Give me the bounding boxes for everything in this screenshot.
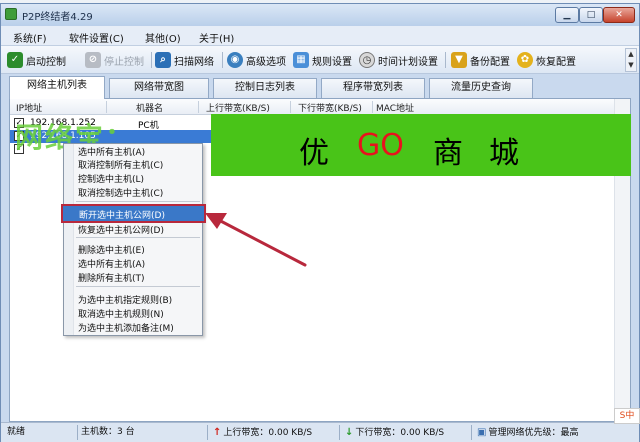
scan-network-label: 扫描网络 [174, 56, 214, 68]
tab-traffic-history[interactable]: 流量历史查询 [429, 78, 533, 98]
minimize-button[interactable]: ▁ [555, 7, 579, 23]
tab-control-log[interactable]: 控制日志列表 [213, 78, 317, 98]
menu-item-add-note[interactable]: 为选中主机添加备注(M) [78, 321, 174, 334]
chevron-down-icon: ▼ [628, 61, 634, 69]
column-divider [372, 101, 373, 113]
minimize-icon: ▁ [563, 10, 571, 20]
toolbar-scroll[interactable]: ▲ ▼ [625, 48, 637, 72]
tab-bar: 网络主机列表 网络带宽图 控制日志列表 程序带宽列表 流量历史查询 [1, 74, 639, 99]
menu-item-uncontrol-all[interactable]: 取消控制所有主机(C) [78, 158, 163, 171]
status-upload-text: 上行带宽：0.00 KB/S [223, 428, 313, 438]
maximize-button[interactable]: □ [579, 7, 603, 23]
status-divider [77, 425, 78, 440]
stop-control-button[interactable]: ⊘ 停止控制 [85, 50, 144, 70]
promo-banner: 优 GO 商 城 [211, 114, 631, 176]
title-bar[interactable]: P2P终结者4.29 ▁ □ ✕ [1, 4, 639, 26]
ime-indicator[interactable]: S中 [614, 408, 640, 424]
column-mac[interactable]: MAC地址 [376, 101, 414, 114]
stop-control-label: 停止控制 [104, 56, 144, 68]
status-divider [471, 425, 472, 440]
app-icon [5, 8, 17, 20]
menu-separator [76, 286, 200, 287]
menu-separator [76, 237, 200, 238]
menu-other[interactable]: 其他(O) [145, 30, 181, 45]
status-priority-text: 管理网络优先级：最高 [488, 428, 579, 438]
menu-about[interactable]: 关于(H) [199, 30, 234, 45]
column-download[interactable]: 下行带宽(KB/S) [298, 101, 362, 114]
network-icon: ▣ [477, 427, 487, 438]
context-menu-gutter [64, 144, 74, 335]
status-ready: 就绪 [7, 427, 26, 437]
menu-bar: 系统(F) 软件设置(C) 其他(O) 关于(H) [1, 26, 639, 46]
status-upload: ↑ 上行带宽：0.00 KB/S [213, 423, 312, 442]
scan-network-button[interactable]: ⌕ 扫描网络 [155, 50, 214, 70]
clock-icon: ◷ [359, 52, 375, 68]
menu-item-select-all-hosts[interactable]: 选中所有主机(A) [78, 257, 145, 270]
restore-config-label: 恢复配置 [536, 56, 576, 68]
banner-char: 商 [433, 136, 463, 171]
menu-software-settings[interactable]: 软件设置(C) [69, 30, 124, 45]
menu-item-delete-all[interactable]: 删除所有主机(T) [78, 271, 145, 284]
annotation-arrow [205, 213, 307, 267]
context-menu: 选中所有主机(A) 取消控制所有主机(C) 控制选中主机(L) 取消控制选中主机… [63, 143, 203, 336]
backup-icon: ▼ [451, 52, 467, 68]
restore-icon: ✿ [517, 52, 533, 68]
schedule-settings-button[interactable]: ◷ 时间计划设置 [359, 50, 438, 70]
maximize-icon: □ [586, 10, 596, 20]
menu-item-restore-internet[interactable]: 恢复选中主机公网(D) [78, 223, 164, 236]
globe-icon: ◉ [227, 52, 243, 68]
check-icon: ✓ [7, 52, 23, 68]
menu-system[interactable]: 系统(F) [13, 30, 47, 45]
arrow-up-icon: ↑ [213, 427, 222, 438]
toolbar-separator [445, 52, 446, 68]
menu-item-control-selected[interactable]: 控制选中主机(L) [78, 172, 144, 185]
advanced-options-button[interactable]: ◉ 高级选项 [227, 50, 286, 70]
menu-item-disconnect-internet[interactable]: 断开选中主机公网(D) [61, 204, 206, 223]
status-download-text: 下行带宽：0.00 KB/S [355, 428, 445, 438]
close-button[interactable]: ✕ [603, 7, 635, 23]
restore-config-button[interactable]: ✿ 恢复配置 [517, 50, 576, 70]
menu-item-assign-rule[interactable]: 为选中主机指定规则(B) [78, 293, 172, 306]
status-divider [339, 425, 340, 440]
advanced-options-label: 高级选项 [246, 56, 286, 68]
banner-char: 优 [299, 136, 329, 171]
start-control-button[interactable]: ✓ 启动控制 [7, 50, 66, 70]
menu-item-disconnect-label: 断开选中主机公网(D) [79, 211, 165, 221]
rule-settings-label: 规则设置 [312, 56, 352, 68]
backup-config-label: 备份配置 [470, 56, 510, 68]
arrow-down-icon: ↓ [345, 427, 354, 438]
tab-bandwidth-chart[interactable]: 网络带宽图 [109, 78, 209, 98]
backup-config-button[interactable]: ▼ 备份配置 [451, 50, 510, 70]
app-window: P2P终结者4.29 ▁ □ ✕ 系统(F) 软件设置(C) 其他(O) 关于(… [0, 3, 640, 442]
scan-icon: ⌕ [155, 52, 171, 68]
menu-item-delete-selected[interactable]: 删除选中主机(E) [78, 243, 145, 256]
status-bar: 就绪 主机数：3 台 ↑ 上行带宽：0.00 KB/S ↓ 下行带宽：0.00 KB… [1, 422, 639, 442]
status-priority: ▣ 管理网络优先级：最高 [477, 423, 578, 442]
chevron-up-icon: ▲ [628, 50, 634, 58]
start-control-label: 启动控制 [26, 56, 66, 68]
window-title: P2P终结者4.29 [22, 12, 93, 23]
status-download: ↓ 下行带宽：0.00 KB/S [345, 423, 444, 442]
status-divider [207, 425, 208, 440]
menu-separator [76, 201, 200, 202]
toolbar: ✓ 启动控制 ⊘ 停止控制 ⌕ 扫描网络 ◉ 高级选项 ▦ 规则设置 ◷ 时间计… [1, 46, 639, 74]
menu-item-cancel-rule[interactable]: 取消选中主机规则(N) [78, 307, 164, 320]
status-host-count: 主机数：3 台 [81, 427, 135, 437]
banner-go: GO [357, 128, 404, 163]
rule-settings-button[interactable]: ▦ 规则设置 [293, 50, 352, 70]
toolbar-separator [151, 52, 152, 68]
stop-icon: ⊘ [85, 52, 101, 68]
tab-program-bandwidth[interactable]: 程序带宽列表 [321, 78, 425, 98]
column-upload[interactable]: 上行带宽(KB/S) [206, 101, 270, 114]
tab-host-list[interactable]: 网络主机列表 [9, 76, 105, 99]
menu-item-select-all[interactable]: 选中所有主机(A) [78, 145, 145, 158]
schedule-settings-label: 时间计划设置 [378, 56, 438, 68]
banner-char: 城 [489, 136, 519, 171]
menu-item-uncontrol-selected[interactable]: 取消控制选中主机(C) [78, 186, 163, 199]
toolbar-separator [222, 52, 223, 68]
rules-icon: ▦ [293, 52, 309, 68]
close-icon: ✕ [615, 10, 623, 20]
column-divider [290, 101, 291, 113]
